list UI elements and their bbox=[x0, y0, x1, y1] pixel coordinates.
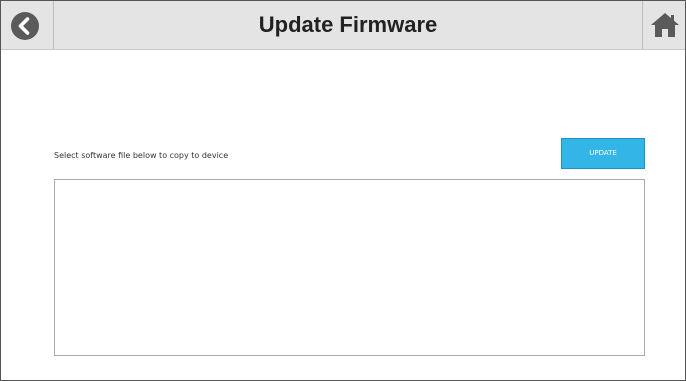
home-icon bbox=[651, 13, 679, 37]
back-button[interactable] bbox=[1, 1, 53, 49]
instruction-text: Select software file below to copy to de… bbox=[54, 151, 229, 160]
page-title: Update Firmware bbox=[258, 12, 438, 37]
update-button[interactable]: UPDATE bbox=[561, 138, 645, 169]
home-button[interactable] bbox=[643, 1, 685, 49]
header-bar: Update Firmware bbox=[1, 1, 685, 50]
software-file-list[interactable] bbox=[54, 179, 645, 356]
chevron-left-circle-icon bbox=[11, 12, 39, 40]
app-window: Update Firmware Select software file bel… bbox=[0, 0, 686, 381]
